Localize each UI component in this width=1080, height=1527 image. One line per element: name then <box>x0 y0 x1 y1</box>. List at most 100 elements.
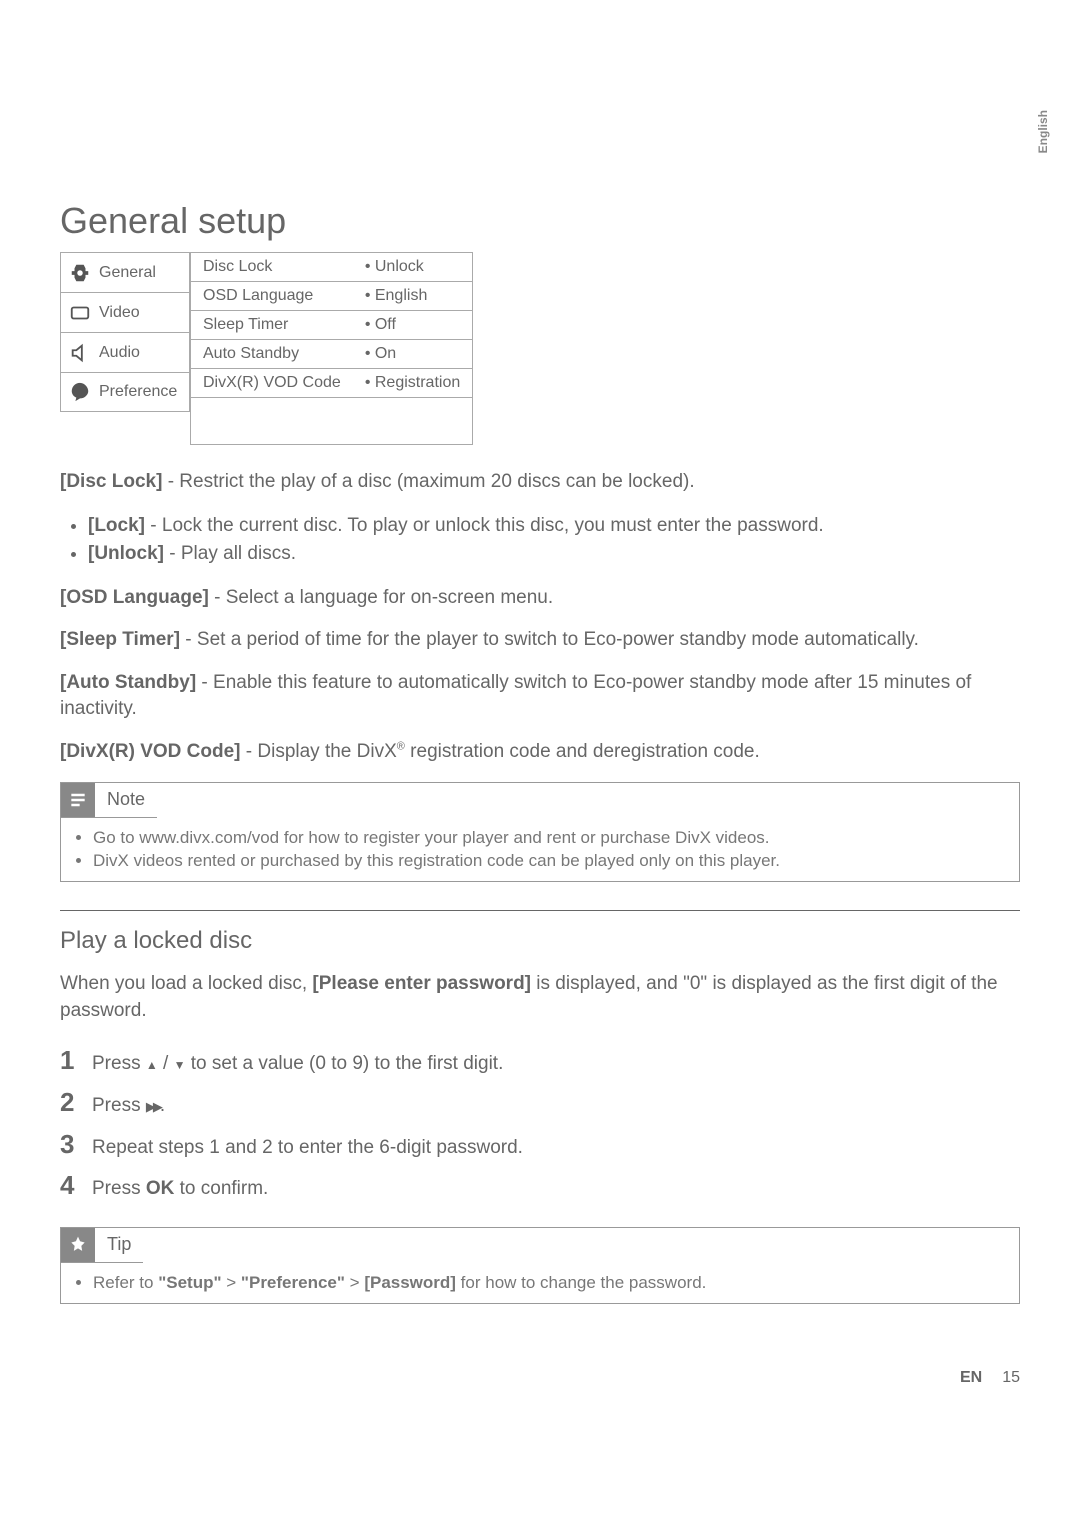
steps-list: 1Press / to set a value (0 to 9) to the … <box>60 1040 1020 1206</box>
text: to confirm. <box>174 1178 268 1199</box>
text: - Display the DivX <box>241 741 397 762</box>
label: [OSD Language] <box>60 587 209 608</box>
nav-preference[interactable]: Preference <box>60 372 190 412</box>
fast-forward-icon <box>146 1095 160 1116</box>
label: [Unlock] <box>88 543 164 564</box>
text: . <box>160 1095 165 1116</box>
setting-value: • On <box>353 340 473 369</box>
tip-header: Tip <box>61 1228 143 1263</box>
footer-lang: EN <box>960 1369 982 1386</box>
label: [Auto Standby] <box>60 672 196 693</box>
note-header: Note <box>61 783 157 818</box>
language-tab: English <box>1036 110 1050 153</box>
sleep-timer-desc: [Sleep Timer] - Set a period of time for… <box>60 627 1020 654</box>
step-number: 3 <box>60 1124 92 1166</box>
setup-menu: General Video Audio <box>60 252 473 445</box>
osd-language-desc: [OSD Language] - Select a language for o… <box>60 585 1020 612</box>
table-row[interactable]: Sleep Timer• Off <box>191 311 473 340</box>
pref-icon <box>69 381 91 403</box>
step: 1Press / to set a value (0 to 9) to the … <box>60 1040 1020 1082</box>
tip-callout: Tip Refer to "Setup" > "Preference" > [P… <box>60 1227 1020 1304</box>
label: [DivX(R) VOD Code] <box>60 741 241 762</box>
label: [Disc Lock] <box>60 471 162 492</box>
note-title: Note <box>95 789 157 810</box>
step-number: 2 <box>60 1082 92 1124</box>
text: - Enable this feature to automatically s… <box>60 672 971 720</box>
table-row[interactable]: DivX(R) VOD Code• Registration <box>191 369 473 398</box>
tip-icon <box>61 1228 95 1262</box>
setting-label: DivX(R) VOD Code <box>191 369 353 398</box>
divx-code-desc: [DivX(R) VOD Code] - Display the DivX® r… <box>60 739 1020 766</box>
nav-video[interactable]: Video <box>60 292 190 332</box>
label: [Lock] <box>88 515 145 536</box>
note-icon <box>61 783 95 817</box>
list-item: Refer to "Setup" > "Preference" > [Passw… <box>93 1271 1005 1295</box>
table-row[interactable]: OSD Language• English <box>191 282 473 311</box>
setting-value: • English <box>353 282 473 311</box>
locked-disc-intro: When you load a locked disc, [Please ent… <box>60 971 1020 1024</box>
label: "Preference" <box>241 1273 345 1292</box>
page: English General setup General Video <box>0 0 1080 1427</box>
step: 2Press . <box>60 1082 1020 1124</box>
nav-audio[interactable]: Audio <box>60 332 190 372</box>
text: - Lock the current disc. To play or unlo… <box>145 515 824 536</box>
empty-cell <box>353 398 473 445</box>
setting-value: • Registration <box>353 369 473 398</box>
text: - Select a language for on-screen menu. <box>209 587 553 608</box>
nav-label: Audio <box>99 344 140 362</box>
text: Repeat steps 1 and 2 to enter the 6-digi… <box>92 1133 523 1163</box>
setting-label: Auto Standby <box>191 340 353 369</box>
step-number: 4 <box>60 1165 92 1207</box>
nav-general[interactable]: General <box>60 252 190 292</box>
page-number: 15 <box>1002 1369 1020 1386</box>
setting-label: Disc Lock <box>191 253 353 282</box>
step: 3Repeat steps 1 and 2 to enter the 6-dig… <box>60 1124 1020 1166</box>
down-icon <box>174 1053 186 1074</box>
label: "Setup" <box>158 1273 221 1292</box>
text: - Set a period of time for the player to… <box>180 629 919 650</box>
text: Press <box>92 1178 146 1199</box>
text: for how to change the password. <box>456 1273 706 1292</box>
section-divider <box>60 910 1020 911</box>
settings-list: Disc Lock• Unlock OSD Language• English … <box>190 252 473 445</box>
page-title: General setup <box>60 200 1020 242</box>
text: - Play all discs. <box>164 543 296 564</box>
table-row[interactable]: Auto Standby• On <box>191 340 473 369</box>
audio-icon <box>69 342 91 364</box>
text: > <box>345 1273 364 1292</box>
up-icon <box>146 1053 158 1074</box>
step: 4Press OK to confirm. <box>60 1165 1020 1207</box>
label: [Password] <box>364 1273 456 1292</box>
step-number: 1 <box>60 1040 92 1082</box>
label: [Please enter password] <box>312 973 531 994</box>
page-footer: EN 15 <box>960 1369 1020 1387</box>
trademark: ® <box>397 741 405 753</box>
list-item: [Unlock] - Play all discs. <box>88 540 1020 569</box>
text: When you load a locked disc, <box>60 973 312 994</box>
nav-label: Video <box>99 304 140 322</box>
list-item: DivX videos rented or purchased by this … <box>93 849 1005 873</box>
tip-body: Refer to "Setup" > "Preference" > [Passw… <box>61 1263 1019 1303</box>
label: [Sleep Timer] <box>60 629 180 650</box>
text: to set a value (0 to 9) to the first dig… <box>185 1053 503 1074</box>
disc-lock-list: [Lock] - Lock the current disc. To play … <box>60 512 1020 569</box>
ok-label: OK <box>146 1178 175 1199</box>
text: Press <box>92 1053 146 1074</box>
video-icon <box>69 302 91 324</box>
text: registration code and deregistration cod… <box>405 741 760 762</box>
table-row[interactable]: Disc Lock• Unlock <box>191 253 473 282</box>
auto-standby-desc: [Auto Standby] - Enable this feature to … <box>60 670 1020 723</box>
text: Refer to <box>93 1273 158 1292</box>
setting-value: • Unlock <box>353 253 473 282</box>
tip-title: Tip <box>95 1234 143 1255</box>
setting-label: Sleep Timer <box>191 311 353 340</box>
subsection-title: Play a locked disc <box>60 927 1020 955</box>
disc-lock-desc: [Disc Lock] - Restrict the play of a dis… <box>60 469 1020 496</box>
setting-label: OSD Language <box>191 282 353 311</box>
setting-value: • Off <box>353 311 473 340</box>
nav-label: Preference <box>99 383 177 401</box>
settings-icon <box>69 262 91 284</box>
empty-cell <box>191 398 353 445</box>
list-item: [Lock] - Lock the current disc. To play … <box>88 512 1020 541</box>
text: - Restrict the play of a disc (maximum 2… <box>162 471 694 492</box>
